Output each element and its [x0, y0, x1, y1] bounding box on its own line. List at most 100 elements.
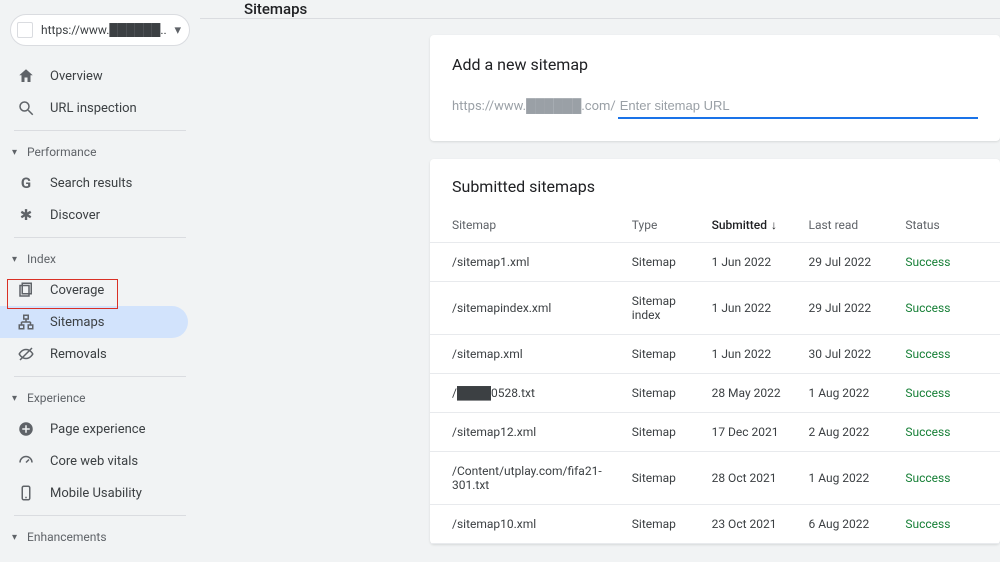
page-title: Sitemaps [244, 0, 307, 18]
chevron-down-icon: ▾ [12, 147, 17, 158]
sidebar-item-overview[interactable]: Overview [0, 60, 200, 92]
cell-last-read: 29 Jul 2022 [800, 243, 897, 282]
cell-status: Success [897, 243, 1000, 282]
cell-last-read: 1 Aug 2022 [800, 452, 897, 505]
chevron-down-icon: ▾ [174, 23, 181, 38]
cell-status: Success [897, 335, 1000, 374]
page-header: Sitemaps [200, 0, 1000, 19]
cell-last-read: 2 Aug 2022 [800, 413, 897, 452]
sidebar: https://www.██████.. ▾ Overview URL insp… [0, 0, 200, 505]
sidebar-item-label: Mobile Usability [50, 486, 142, 501]
cell-sitemap: /sitemap12.xml [430, 413, 624, 452]
sidebar-item-sitemaps[interactable]: Sitemaps [0, 306, 188, 338]
section-label: Enhancements [27, 530, 107, 544]
divider [14, 130, 186, 131]
url-prefix: https://www.██████.com/ [452, 98, 616, 114]
cell-sitemap: /Content/utplay.com/fifa21-301.txt [430, 452, 624, 505]
cell-last-read: 6 Aug 2022 [800, 505, 897, 544]
main-content: Sitemaps Add a new sitemap https://www.█… [200, 0, 1000, 505]
cell-submitted: 1 Jun 2022 [704, 282, 801, 335]
add-sitemap-card: Add a new sitemap https://www.██████.com… [430, 35, 1000, 141]
sidebar-item-mobile-usability[interactable]: Mobile Usability [0, 477, 200, 509]
card-title: Add a new sitemap [452, 55, 978, 74]
cell-type: Sitemap [624, 413, 704, 452]
cell-last-read: 1 Aug 2022 [800, 374, 897, 413]
cell-submitted: 17 Dec 2021 [704, 413, 801, 452]
col-submitted[interactable]: Submitted↓ [704, 208, 801, 243]
submitted-sitemaps-card: Submitted sitemaps Sitemap Type Submitte… [430, 159, 1000, 544]
table-row[interactable]: /sitemap12.xmlSitemap17 Dec 20212 Aug 20… [430, 413, 1000, 452]
sitemap-url-input[interactable] [618, 96, 978, 119]
section-enhancements[interactable]: ▾ Enhancements [0, 522, 200, 552]
card-title: Submitted sitemaps [430, 177, 1000, 208]
section-index[interactable]: ▾ Index [0, 244, 200, 274]
sidebar-item-url-inspection[interactable]: URL inspection [0, 92, 200, 124]
cell-status: Success [897, 374, 1000, 413]
col-sitemap[interactable]: Sitemap [430, 208, 624, 243]
section-experience[interactable]: ▾ Experience [0, 383, 200, 413]
table-row[interactable]: /sitemapindex.xmlSitemap index1 Jun 2022… [430, 282, 1000, 335]
cell-submitted: 1 Jun 2022 [704, 335, 801, 374]
cell-submitted: 28 May 2022 [704, 374, 801, 413]
sidebar-item-removals[interactable]: Removals [0, 338, 200, 370]
col-last-read[interactable]: Last read [800, 208, 897, 243]
cell-status: Success [897, 505, 1000, 544]
cell-sitemap: /sitemap1.xml [430, 243, 624, 282]
table-row[interactable]: /sitemap1.xmlSitemap1 Jun 202229 Jul 202… [430, 243, 1000, 282]
search-icon [16, 99, 36, 117]
cell-sitemap: /████0528.txt [430, 374, 624, 413]
section-label: Performance [27, 145, 96, 159]
home-icon [16, 67, 36, 85]
table-row[interactable]: /Content/utplay.com/fifa21-301.txtSitema… [430, 452, 1000, 505]
section-performance[interactable]: ▾ Performance [0, 137, 200, 167]
hide-icon [16, 345, 36, 363]
sidebar-item-label: Overview [50, 69, 103, 84]
chevron-down-icon: ▾ [12, 393, 17, 404]
site-picker-label: https://www.██████.. [41, 23, 174, 37]
sidebar-item-label: Coverage [50, 283, 104, 298]
chevron-down-icon: ▾ [12, 254, 17, 265]
speed-icon [16, 452, 36, 470]
plus-circle-icon [16, 420, 36, 438]
sidebar-item-label: URL inspection [50, 101, 137, 116]
sidebar-item-label: Removals [50, 347, 107, 362]
cell-submitted: 1 Jun 2022 [704, 243, 801, 282]
sidebar-item-search-results[interactable]: G Search results [0, 167, 200, 199]
sidebar-item-label: Core web vitals [50, 454, 138, 469]
sidebar-item-discover[interactable]: ✱ Discover [0, 199, 200, 231]
section-label: Index [27, 252, 56, 266]
cell-sitemap: /sitemap10.xml [430, 505, 624, 544]
cell-sitemap: /sitemap.xml [430, 335, 624, 374]
sitemap-icon [16, 313, 36, 331]
cell-sitemap: /sitemapindex.xml [430, 282, 624, 335]
table-row[interactable]: /sitemap10.xmlSitemap23 Oct 20216 Aug 20… [430, 505, 1000, 544]
cell-status: Success [897, 452, 1000, 505]
cell-type: Sitemap [624, 335, 704, 374]
pages-icon [16, 281, 36, 299]
asterisk-icon: ✱ [16, 206, 36, 224]
divider [14, 376, 186, 377]
google-icon: G [16, 174, 36, 192]
sort-down-icon: ↓ [771, 218, 777, 232]
cell-type: Sitemap [624, 243, 704, 282]
cell-type: Sitemap index [624, 282, 704, 335]
cell-type: Sitemap [624, 505, 704, 544]
cell-status: Success [897, 282, 1000, 335]
table-row[interactable]: /████0528.txtSitemap28 May 20221 Aug 202… [430, 374, 1000, 413]
sidebar-item-label: Discover [50, 208, 100, 223]
sidebar-item-label: Page experience [50, 422, 146, 437]
cell-last-read: 30 Jul 2022 [800, 335, 897, 374]
table-row[interactable]: /sitemap.xmlSitemap1 Jun 202230 Jul 2022… [430, 335, 1000, 374]
site-picker[interactable]: https://www.██████.. ▾ [10, 14, 190, 46]
cell-type: Sitemap [624, 374, 704, 413]
sidebar-item-coverage[interactable]: Coverage [0, 274, 200, 306]
sidebar-item-core-web-vitals[interactable]: Core web vitals [0, 445, 200, 477]
divider [14, 237, 186, 238]
sidebar-item-page-experience[interactable]: Page experience [0, 413, 200, 445]
cell-type: Sitemap [624, 452, 704, 505]
divider [14, 515, 186, 516]
col-status[interactable]: Status [897, 208, 1000, 243]
site-favicon [17, 22, 33, 38]
col-type[interactable]: Type [624, 208, 704, 243]
sidebar-item-label: Search results [50, 176, 132, 191]
